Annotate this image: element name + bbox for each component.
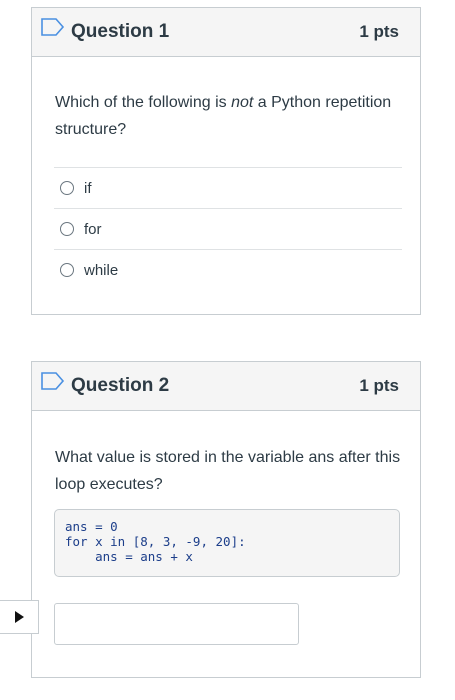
question-1-card: Question 1 1 pts Which of the following …: [31, 7, 421, 315]
answer-input[interactable]: [54, 603, 299, 645]
code-line: ans = ans + x: [65, 549, 193, 564]
answer-option-while[interactable]: while: [54, 249, 402, 290]
play-icon: [14, 611, 24, 623]
question-2-card: Question 2 1 pts What value is stored in…: [31, 361, 421, 678]
answer-option-for[interactable]: for: [54, 208, 402, 249]
answer-label: while: [84, 261, 119, 279]
question-text-emphasis: not: [231, 94, 254, 111]
flag-icon[interactable]: [41, 372, 65, 390]
radio-button[interactable]: [60, 181, 74, 195]
question-header: Question 1 1 pts: [32, 8, 420, 57]
answer-label: if: [84, 179, 92, 197]
code-line: ans = 0: [65, 519, 118, 534]
radio-button[interactable]: [60, 263, 74, 277]
code-block: ans = 0 for x in [8, 3, -9, 20]: ans = a…: [54, 509, 400, 577]
answer-option-if[interactable]: if: [54, 167, 402, 208]
question-title: Question 1: [71, 21, 170, 42]
question-points: 1 pts: [359, 22, 399, 41]
code-line: for x in [8, 3, -9, 20]:: [65, 534, 246, 549]
question-title: Question 2: [71, 375, 170, 396]
answer-list: if for while: [54, 167, 402, 290]
question-header: Question 2 1 pts: [32, 362, 420, 411]
play-button[interactable]: [0, 600, 39, 634]
question-text: Which of the following is not a Python r…: [55, 89, 405, 143]
flag-icon[interactable]: [41, 18, 65, 36]
answer-label: for: [84, 220, 102, 238]
question-points: 1 pts: [359, 376, 399, 395]
question-text: What value is stored in the variable ans…: [55, 449, 401, 493]
question-text-part: Which of the following is: [55, 94, 232, 111]
radio-button[interactable]: [60, 222, 74, 236]
